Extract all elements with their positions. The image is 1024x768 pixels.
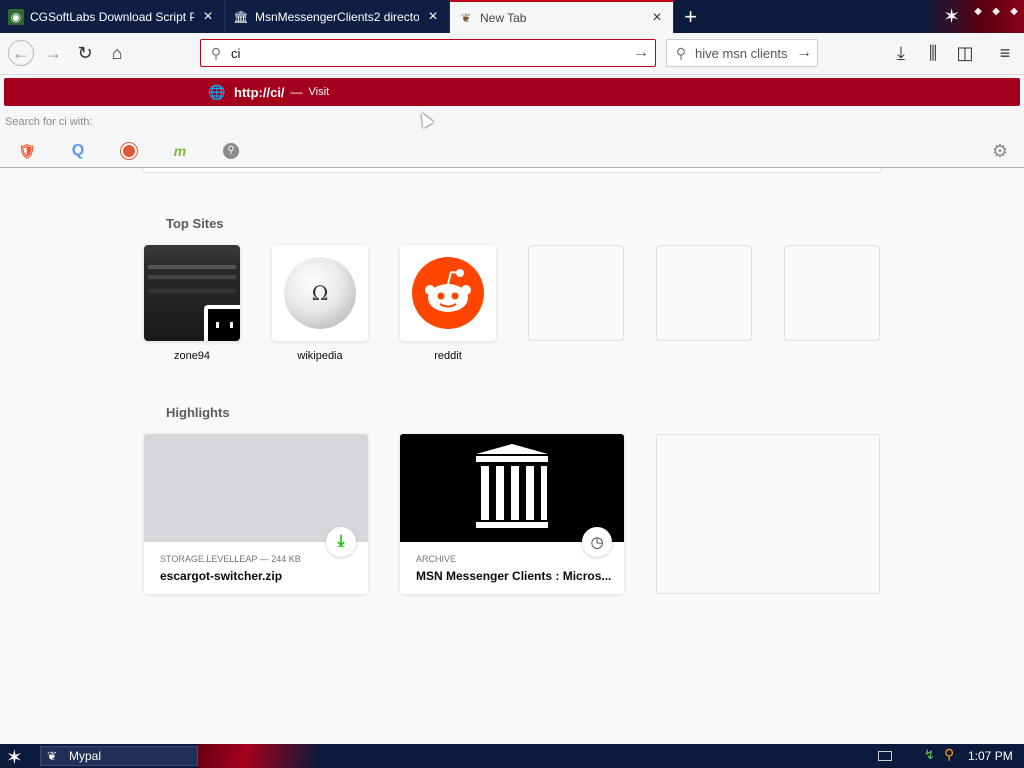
start-star-icon[interactable]: ✶ — [6, 745, 23, 768]
clock[interactable]: 1:07 PM — [968, 749, 1013, 763]
search-input[interactable]: hive msn clients — [695, 46, 791, 61]
search-icon: ⚲ — [210, 44, 222, 61]
qwant-engine-icon[interactable]: Q — [65, 140, 91, 162]
url-input[interactable]: ci — [231, 46, 627, 61]
top-site-zone94[interactable] — [144, 245, 240, 341]
reload-icon: ↻ — [77, 42, 93, 63]
highlight-source: STORAGE.LEVELLEAP — 244 KB — [160, 554, 301, 564]
wikipedia-globe-icon: Ω — [284, 257, 356, 329]
library-icon: ⫼ — [928, 42, 938, 63]
download-icon: ⤓ — [897, 42, 905, 63]
highlight-title: escargot-switcher.zip — [160, 569, 283, 583]
home-icon: ⌂ — [111, 42, 123, 63]
close-window-icon[interactable]: ◆ — [1010, 6, 1018, 17]
top-site-label: reddit — [434, 350, 462, 362]
home-button[interactable]: ⌂ — [102, 39, 132, 67]
generic-search-engine-icon[interactable]: ⚲ — [218, 140, 244, 162]
close-tab-icon[interactable]: × — [649, 9, 665, 26]
highlight-preview — [144, 434, 368, 542]
history-clock-icon: ◷ — [582, 527, 612, 557]
tab-new-tab[interactable]: ❦ New Tab × — [450, 0, 674, 33]
top-site-placeholder[interactable] — [656, 245, 752, 341]
highlights-title: Highlights — [166, 405, 230, 420]
url-bar[interactable]: ⚲ ci → — [200, 39, 656, 67]
tab-strip: ◉ CGSoftLabs Download Script Page × 🏛 Ms… — [0, 0, 1024, 33]
tab-title: CGSoftLabs Download Script Page — [30, 9, 194, 24]
zone94-favicon-icon — [204, 305, 240, 341]
brave-search-engine-icon[interactable]: 🛡 — [14, 140, 40, 162]
forward-button[interactable]: → — [38, 39, 68, 67]
back-button[interactable]: ← — [6, 39, 36, 67]
search-icon: ⚲ — [675, 44, 687, 61]
autocomplete-suggestion[interactable]: 🌐 http://ci/ — Visit — [4, 78, 1020, 106]
forward-arrow-icon: → — [44, 42, 62, 63]
highlight-title: MSN Messenger Clients : Micros... — [416, 569, 612, 583]
back-arrow-icon: ← — [8, 40, 34, 66]
close-tab-icon[interactable]: × — [425, 8, 441, 25]
reddit-logo-icon — [412, 257, 484, 329]
maximize-icon[interactable]: ◆ — [992, 6, 1000, 17]
star-icon: ✶ — [943, 6, 960, 28]
sidebar-button[interactable]: ◫ — [950, 39, 980, 67]
menu-button[interactable]: ≡ — [990, 39, 1020, 67]
duckduckgo-engine-icon[interactable] — [116, 140, 142, 162]
highlight-card-escargot[interactable]: ⤓ STORAGE.LEVELLEAP — 244 KB escargot-sw… — [144, 434, 368, 594]
one-off-search-engines: 🛡 Q m ⚲ — [14, 140, 269, 162]
taskbar-decoration — [198, 744, 318, 768]
top-site-wikipedia[interactable]: Ω — [272, 245, 368, 341]
mypal-app-icon: ❦ — [47, 749, 58, 763]
top-site-placeholder[interactable] — [784, 245, 880, 341]
go-arrow-icon[interactable]: → — [627, 44, 655, 62]
globe-icon: 🌐 — [208, 83, 226, 100]
search-for-label: Search for ci with: — [5, 116, 93, 128]
taskbar: ✶ ❦ Mypal ↯ ⚲ 1:07 PM — [0, 744, 1024, 768]
top-site-reddit[interactable] — [400, 245, 496, 341]
downloads-button[interactable]: ⤓ — [886, 39, 916, 67]
top-sites-title: Top Sites — [166, 216, 224, 231]
suggestion-url: http://ci/ — [234, 84, 285, 100]
tab-title: MsnMessengerClients2 directory listing — [255, 9, 419, 24]
hamburger-menu-icon: ≡ — [999, 42, 1011, 63]
keyboard-icon[interactable] — [878, 751, 892, 761]
top-site-label: zone94 — [173, 350, 211, 362]
sidebar-icon: ◫ — [956, 42, 974, 63]
search-tray-icon[interactable]: ⚲ — [944, 746, 954, 763]
tab-cgsoftlabs[interactable]: ◉ CGSoftLabs Download Script Page × — [0, 0, 225, 33]
network-tray-icon[interactable]: ↯ — [924, 747, 935, 763]
library-button[interactable]: ⫼ — [918, 39, 948, 67]
highlight-placeholder — [656, 434, 880, 594]
search-go-arrow-icon[interactable]: → — [791, 44, 817, 62]
highlight-preview — [400, 434, 624, 542]
tab-msnmessengerclients[interactable]: 🏛 MsnMessengerClients2 directory listing… — [225, 0, 450, 33]
archive-favicon-icon: 🏛 — [233, 9, 249, 24]
page-search-box[interactable] — [142, 168, 882, 173]
new-tab-button[interactable]: + — [674, 0, 707, 33]
cgsoftlabs-favicon-icon: ◉ — [8, 8, 24, 25]
suggestion-action: Visit — [308, 86, 330, 98]
taskbar-item-mypal[interactable]: ❦ Mypal — [40, 746, 198, 766]
highlight-card-msn-messenger[interactable]: ◷ ARCHIVE MSN Messenger Clients : Micros… — [400, 434, 624, 594]
tab-title: New Tab — [480, 10, 527, 25]
archive-logo-icon — [476, 444, 548, 528]
top-site-label: wikipedia — [297, 350, 343, 362]
firefox-favicon-icon: ❦ — [460, 10, 472, 25]
download-icon: ⤓ — [326, 527, 356, 557]
reload-button[interactable]: ↻ — [70, 39, 100, 67]
search-settings-gear-icon[interactable]: ⚙ — [992, 141, 1008, 162]
top-site-placeholder[interactable] — [528, 245, 624, 341]
suggestion-separator: — — [290, 85, 303, 99]
navigation-toolbar: ← → ↻ ⌂ ⚲ ci → ⚲ hive msn clients → ⤓ ⫼ … — [0, 33, 1024, 75]
minimize-icon[interactable]: ◆ — [974, 6, 982, 17]
highlight-source: ARCHIVE — [416, 554, 457, 564]
url-autocomplete-dropdown: 🌐 http://ci/ — Visit Search for ci with:… — [0, 76, 1024, 168]
close-tab-icon[interactable]: × — [200, 8, 216, 25]
new-tab-page: Top Sites zone94 Ω wikipedia reddit High… — [0, 168, 1024, 744]
search-bar[interactable]: ⚲ hive msn clients → — [666, 39, 818, 67]
taskbar-item-label: Mypal — [69, 749, 102, 763]
mojeek-engine-icon[interactable]: m — [167, 140, 193, 162]
